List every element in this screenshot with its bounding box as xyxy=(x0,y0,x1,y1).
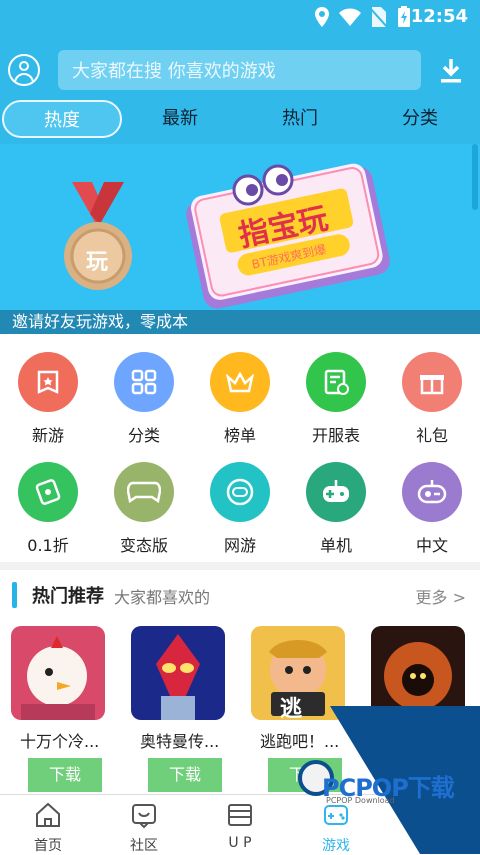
nav-label: 社区 xyxy=(130,838,158,854)
nav-label: 首页 xyxy=(34,838,62,854)
game-thumbnail[interactable] xyxy=(11,626,105,720)
location-icon xyxy=(315,7,329,27)
tab-hot-degree[interactable]: 热度 xyxy=(2,100,122,138)
grid-item-label: 0.1折 xyxy=(27,536,69,555)
status-bar: 12:54 xyxy=(0,0,480,34)
tab-category[interactable]: 分类 xyxy=(360,100,480,138)
user-avatar-icon[interactable] xyxy=(8,54,40,86)
grid-item-label: 新游 xyxy=(31,426,64,445)
grid-item-label: 网游 xyxy=(223,536,256,555)
gift-icon xyxy=(402,352,462,412)
grid-item-chinese[interactable]: 中文 xyxy=(384,450,480,558)
game-name: 奥特曼传... xyxy=(140,732,220,751)
tab-latest[interactable]: 最新 xyxy=(120,100,240,138)
online-game-icon xyxy=(210,462,270,522)
wifi-icon xyxy=(339,8,361,26)
grid-item-label: 中文 xyxy=(415,536,448,555)
grid-item-category[interactable]: 分类 xyxy=(96,340,192,448)
new-game-icon xyxy=(18,352,78,412)
game-name: 十万个冷... xyxy=(20,732,100,751)
grid-item-label: 单机 xyxy=(319,536,352,555)
tab-popular[interactable]: 热门 xyxy=(240,100,360,138)
search-placeholder: 大家都在搜 你喜欢的游戏 xyxy=(72,61,276,82)
section-subtitle: 大家都喜欢的 xyxy=(114,588,211,607)
banner-caption: 邀请好友玩游戏，零成本 xyxy=(0,310,480,334)
category-grid: 新游 分类 榜单 开服表 礼包 0.1折 变态版 网游 单机 中文 xyxy=(0,340,480,560)
nav-community[interactable]: 社区 xyxy=(94,801,194,855)
calendar-icon xyxy=(306,352,366,412)
community-icon xyxy=(132,804,156,829)
download-button[interactable]: 下载 xyxy=(148,758,222,792)
more-link[interactable]: 更多 > xyxy=(416,584,467,608)
hot-recommend-header: 热门推荐 大家都喜欢的 更多 > xyxy=(0,576,480,614)
grid-item-new-game[interactable]: 新游 xyxy=(0,340,96,448)
game-thumbnail[interactable] xyxy=(131,626,225,720)
section-accent-bar xyxy=(12,582,17,608)
crown-icon xyxy=(210,352,270,412)
grid-item-label: 分类 xyxy=(127,426,160,445)
grid-item-label: 开服表 xyxy=(311,426,360,445)
grid-item-online-game[interactable]: 网游 xyxy=(192,450,288,558)
bt-gamepad-icon xyxy=(114,462,174,522)
game-card[interactable]: 十万个冷... 下载 xyxy=(6,624,110,794)
grid-item-discount[interactable]: 0.1折 xyxy=(0,450,96,558)
home-icon xyxy=(36,802,60,827)
header: 大家都在搜 你喜欢的游戏 热度 最新 热门 分类 xyxy=(0,34,480,144)
chinese-icon xyxy=(402,462,462,522)
promo-banner[interactable]: 玩 指宝玩 BT游戏爽到爆 邀请好友玩游戏，零成本 xyxy=(0,144,480,334)
grid-item-gift[interactable]: 礼包 xyxy=(384,340,480,448)
watermark-sub: PCPOP Download xyxy=(326,796,395,805)
grid-item-label: 礼包 xyxy=(415,426,448,445)
banner-scroll-indicator xyxy=(472,144,478,210)
watermark: PCPOP下载 PCPOP Download xyxy=(260,706,480,854)
gamepad-icon xyxy=(306,462,366,522)
download-icon[interactable] xyxy=(436,56,466,86)
section-title: 热门推荐 xyxy=(32,586,104,607)
grid-item-label: 变态版 xyxy=(119,536,168,555)
category-icon xyxy=(114,352,174,412)
section-divider xyxy=(0,562,480,570)
nav-home[interactable]: 首页 xyxy=(0,801,98,855)
grid-item-server-list[interactable]: 开服表 xyxy=(288,340,384,448)
game-card[interactable]: 奥特曼传... 下载 xyxy=(126,624,230,794)
grid-item-label: 榜单 xyxy=(223,426,256,445)
up-icon xyxy=(228,804,252,826)
grid-item-bt-version[interactable]: 变态版 xyxy=(96,450,192,558)
no-sim-icon xyxy=(369,7,388,28)
battery-icon xyxy=(398,6,410,27)
banner-medal-text: 玩 xyxy=(86,250,109,275)
category-tabs: 热度 最新 热门 分类 xyxy=(0,98,480,142)
grid-item-single-player[interactable]: 单机 xyxy=(288,450,384,558)
discount-icon xyxy=(18,462,78,522)
search-input[interactable]: 大家都在搜 你喜欢的游戏 xyxy=(58,50,421,90)
grid-item-ranking[interactable]: 榜单 xyxy=(192,340,288,448)
download-button[interactable]: 下载 xyxy=(28,758,102,792)
status-time: 12:54 xyxy=(410,6,468,27)
